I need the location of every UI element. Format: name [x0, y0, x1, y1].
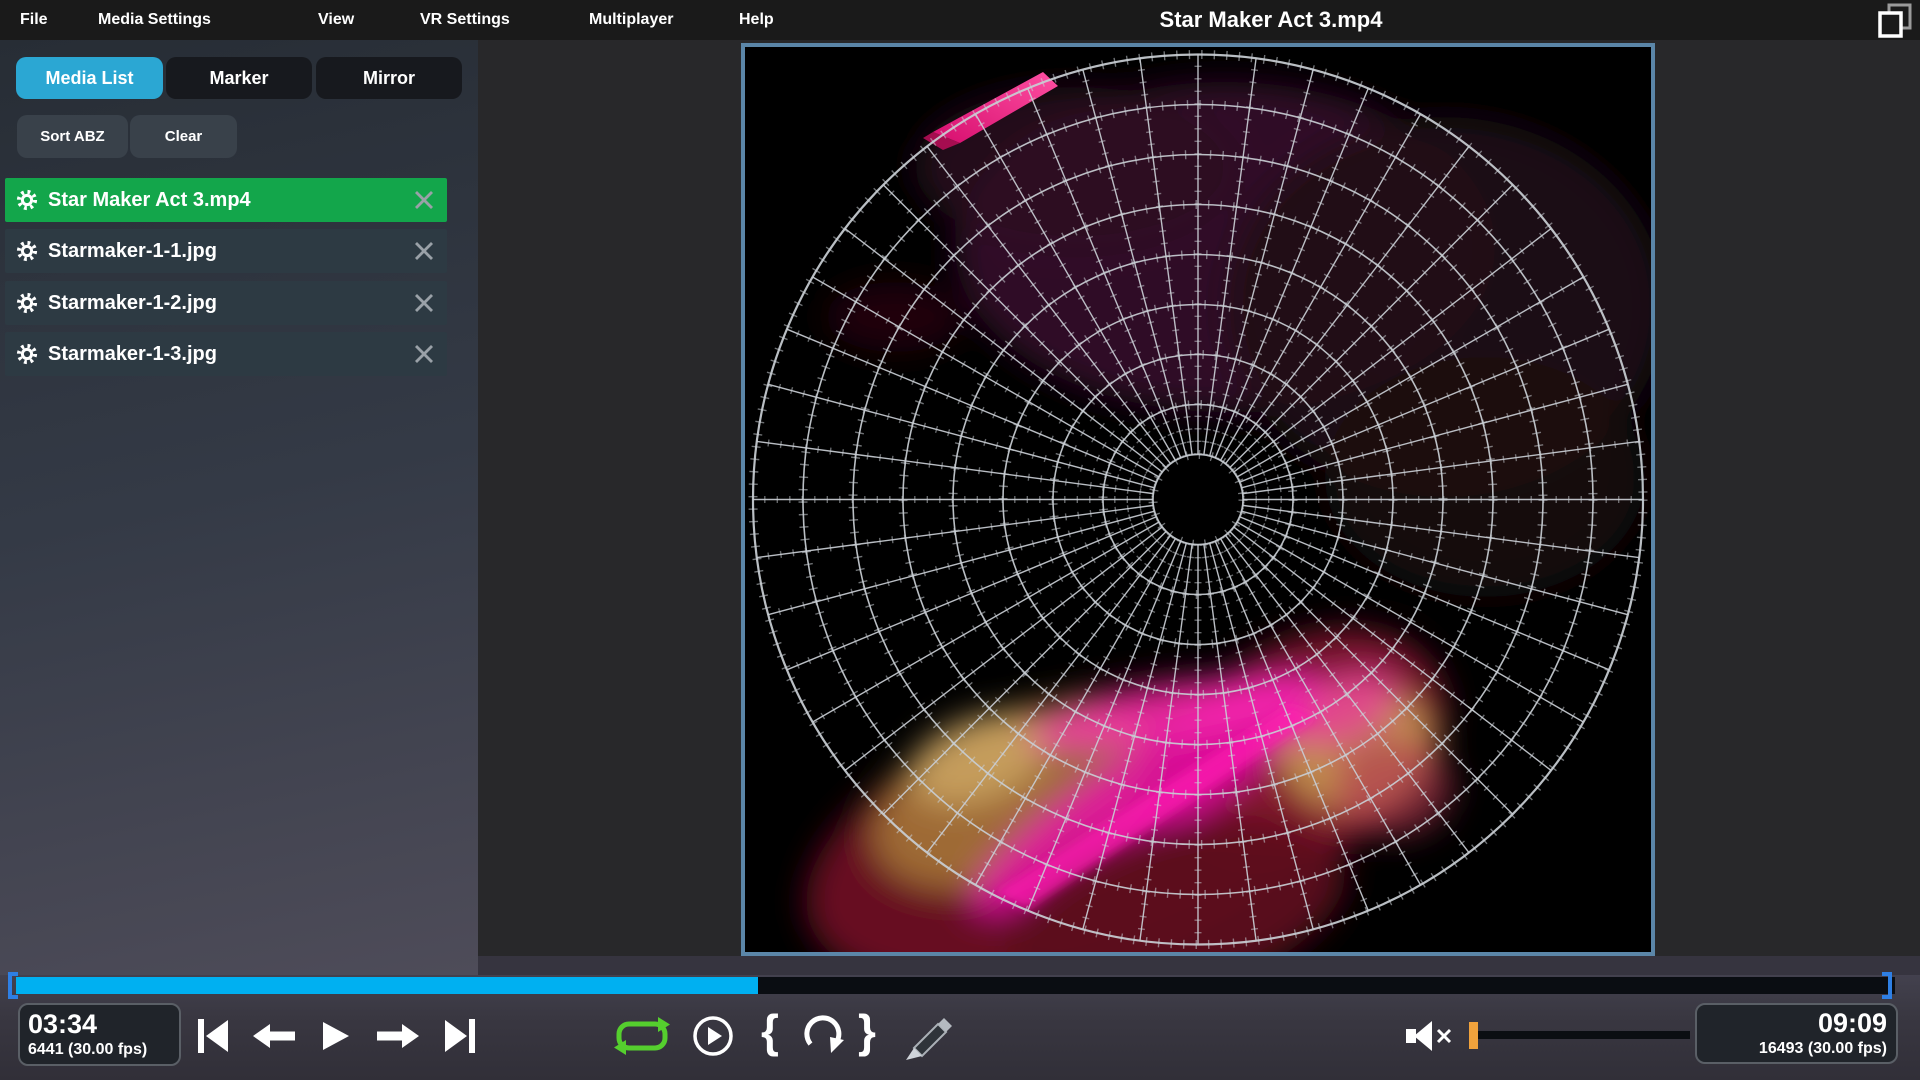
media-item-name: Starmaker-1-1.jpg — [48, 240, 413, 263]
volume-handle[interactable] — [1469, 1022, 1478, 1049]
media-item-name: Star Maker Act 3.mp4 — [48, 189, 413, 212]
current-time-display: 03:34 6441 (30.00 fps) — [18, 1003, 181, 1066]
skip-end-icon[interactable] — [443, 1018, 477, 1059]
gear-icon[interactable] — [16, 292, 38, 314]
sort-abz-button[interactable]: Sort ABZ — [17, 115, 128, 158]
gear-icon[interactable] — [16, 343, 38, 365]
total-time-display: 09:09 16493 (30.00 fps) — [1695, 1003, 1898, 1064]
media-item-name: Starmaker-1-3.jpg — [48, 343, 413, 366]
total-frame-info: 16493 (30.00 fps) — [1697, 1038, 1887, 1059]
clear-button[interactable]: Clear — [130, 115, 237, 158]
close-icon[interactable] — [413, 292, 435, 314]
gear-icon[interactable] — [16, 189, 38, 211]
current-time: 03:34 — [28, 1009, 179, 1039]
seek-bar-fill — [16, 977, 758, 994]
close-icon[interactable] — [413, 343, 435, 365]
section-start-brace[interactable]: { — [761, 1005, 779, 1057]
volume-slider[interactable] — [1478, 1031, 1690, 1039]
play-icon[interactable] — [322, 1021, 350, 1056]
step-forward-icon[interactable] — [377, 1023, 419, 1054]
step-back-icon[interactable] — [253, 1023, 295, 1054]
current-frame-info: 6441 (30.00 fps) — [28, 1039, 179, 1060]
menu-bar: File Media Settings View VR Settings Mul… — [0, 0, 1920, 40]
tab-mirror[interactable]: Mirror — [316, 57, 462, 99]
media-item-name: Starmaker-1-2.jpg — [48, 292, 413, 315]
dome-preview[interactable] — [741, 43, 1655, 956]
media-list-item[interactable]: Starmaker-1-2.jpg — [5, 281, 447, 325]
replay-section-icon[interactable] — [799, 1012, 847, 1065]
sidebar: Media List Marker Mirror Sort ABZ Clear … — [0, 40, 478, 975]
menu-help[interactable]: Help — [739, 0, 774, 40]
loop-icon[interactable] — [613, 1015, 671, 1062]
play-circle-icon[interactable] — [692, 1015, 734, 1062]
media-list-item[interactable]: Starmaker-1-1.jpg — [5, 229, 447, 273]
app-window: File Media Settings View VR Settings Mul… — [0, 0, 1920, 1080]
transport-bar: 03:34 6441 (30.00 fps) — [0, 975, 1920, 1080]
tab-marker[interactable]: Marker — [166, 57, 312, 99]
close-icon[interactable] — [413, 240, 435, 262]
menu-file[interactable]: File — [20, 0, 48, 40]
pencil-icon[interactable] — [900, 1008, 956, 1069]
viewport-bottom-strip — [478, 956, 1920, 975]
media-list-item[interactable]: Star Maker Act 3.mp4 — [5, 178, 447, 222]
menu-view[interactable]: View — [318, 0, 354, 40]
loop-end-bracket-icon[interactable] — [1881, 972, 1893, 1004]
total-time: 09:09 — [1697, 1008, 1887, 1038]
gear-icon[interactable] — [16, 240, 38, 262]
media-list-item[interactable]: Starmaker-1-3.jpg — [5, 332, 447, 376]
tab-media-list[interactable]: Media List — [16, 57, 163, 99]
skip-start-icon[interactable] — [196, 1018, 230, 1059]
speaker-muted-icon[interactable] — [1406, 1019, 1468, 1058]
restore-window-icon[interactable] — [1876, 3, 1914, 39]
dome-grid-overlay — [753, 55, 1643, 945]
loop-start-bracket-icon[interactable] — [7, 972, 19, 1004]
menu-vr-settings[interactable]: VR Settings — [420, 0, 510, 40]
seek-bar[interactable] — [16, 977, 1895, 994]
menu-multiplayer[interactable]: Multiplayer — [589, 0, 673, 40]
section-end-brace[interactable]: } — [858, 1005, 876, 1057]
window-title: Star Maker Act 3.mp4 — [1160, 0, 1383, 40]
menu-media-settings[interactable]: Media Settings — [98, 0, 211, 40]
close-icon[interactable] — [413, 189, 435, 211]
